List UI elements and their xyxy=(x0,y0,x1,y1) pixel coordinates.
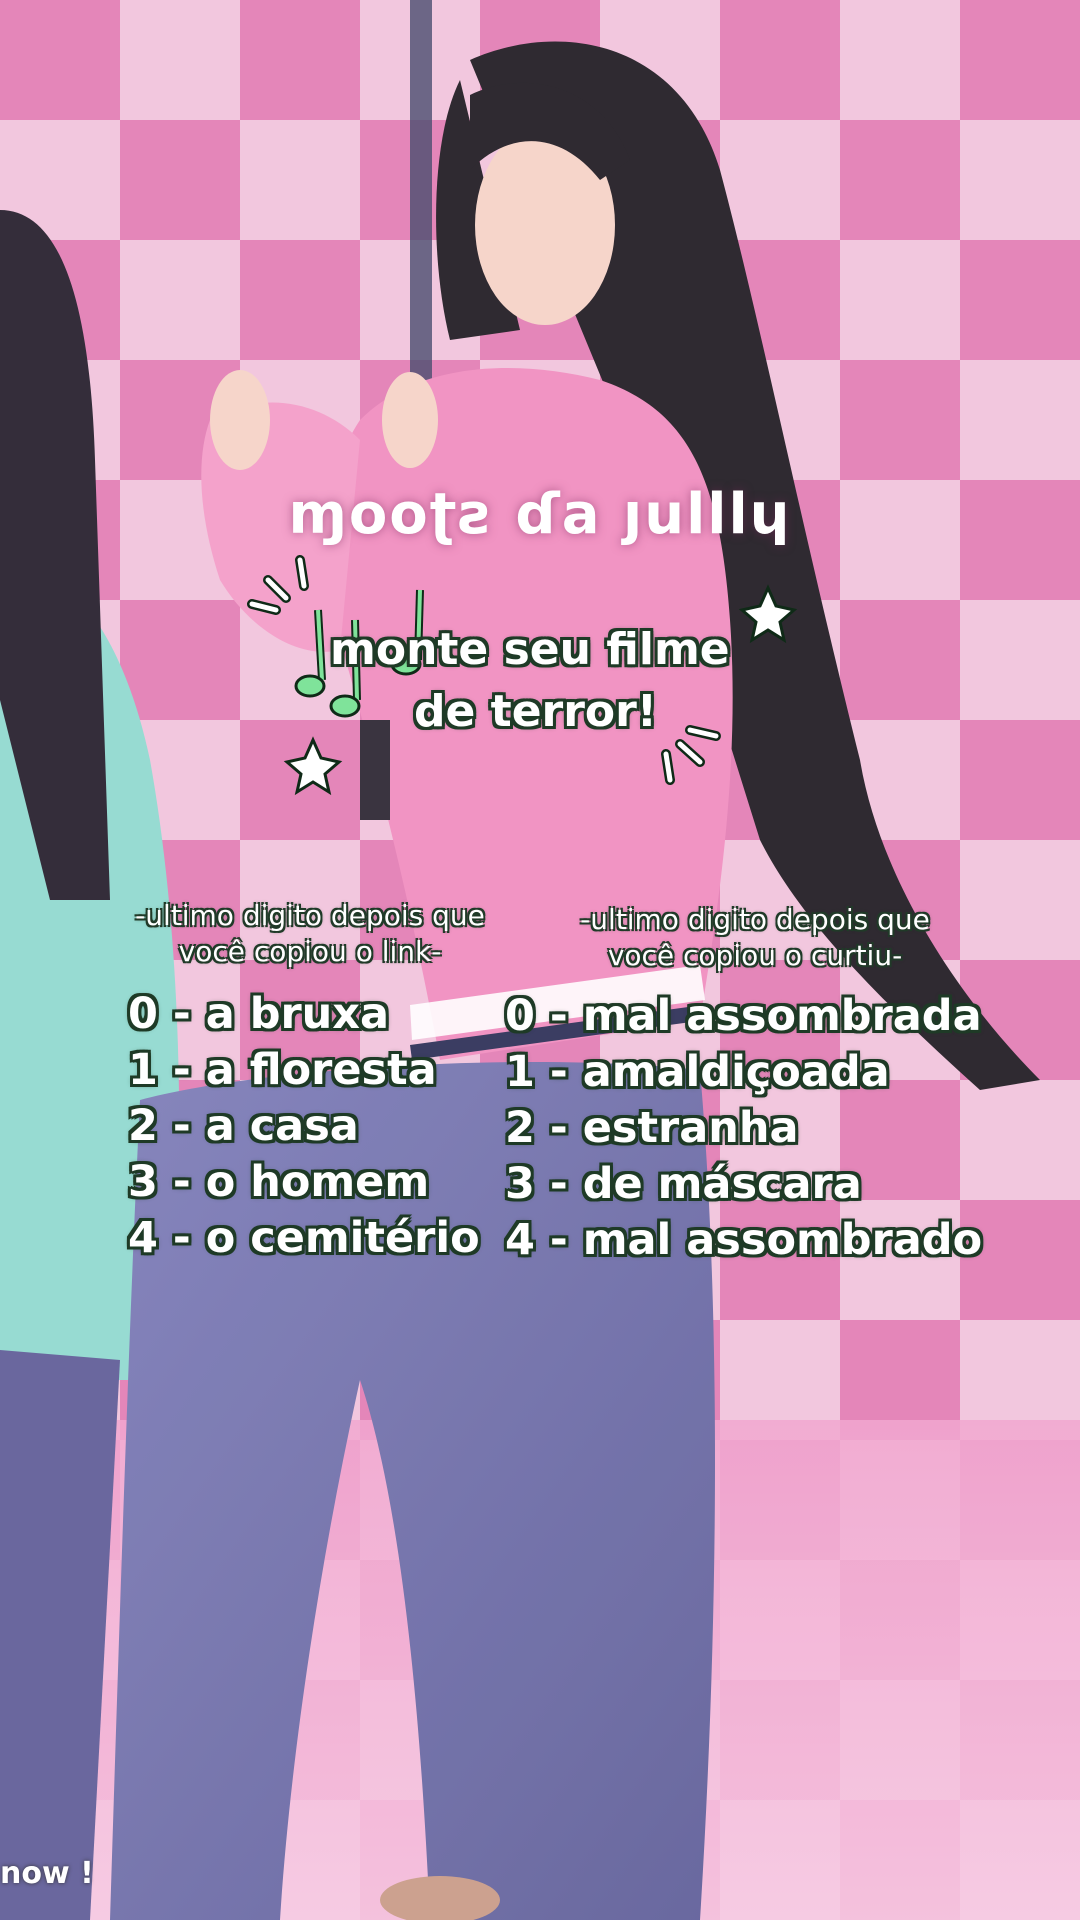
list-item: 3 - de máscara xyxy=(505,1159,862,1209)
list-item: 4 - mal assombrado xyxy=(505,1215,983,1265)
left-option-list: 0 - a bruxa 1 - a floresta 2 - a casa 3 … xyxy=(128,986,480,1266)
left-column-header: -ultimo digito depois que você copiou o … xyxy=(90,898,530,970)
list-item: 1 - amaldiçoada xyxy=(505,1047,890,1097)
list-item: 4 - o cemitério xyxy=(128,1213,480,1263)
page-title: ɱooʈƨ ɗa ȷulllɥ xyxy=(288,482,792,547)
list-item: 0 - mal assombrada xyxy=(505,991,982,1041)
list-item: 1 - a floresta xyxy=(128,1045,437,1095)
broadcast-watermark: now ! xyxy=(0,1856,94,1891)
right-column-header: -ultimo digito depois que você copiou o … xyxy=(535,902,975,974)
list-item: 0 - a bruxa xyxy=(128,989,390,1039)
list-item: 2 - estranha xyxy=(505,1103,799,1153)
left-header-line-1: -ultimo digito depois que xyxy=(135,899,485,932)
right-option-list: 0 - mal assombrada 1 - amaldiçoada 2 - e… xyxy=(505,988,982,1268)
right-header-line-2: você copiou o curtiu- xyxy=(607,939,903,972)
list-item: 3 - o homem xyxy=(128,1157,430,1207)
right-header-line-1: -ultimo digito depois que xyxy=(580,903,930,936)
list-item: 2 - a casa xyxy=(128,1101,359,1151)
subtitle-line-1: monte seu filme xyxy=(330,624,730,675)
left-header-line-2: você copiou o link- xyxy=(178,935,442,968)
video-frame: ɱooʈƨ ɗa ȷulllɥ monte seu filme de terro… xyxy=(0,0,1080,1920)
subtitle-line-2: de terror! xyxy=(414,686,657,737)
